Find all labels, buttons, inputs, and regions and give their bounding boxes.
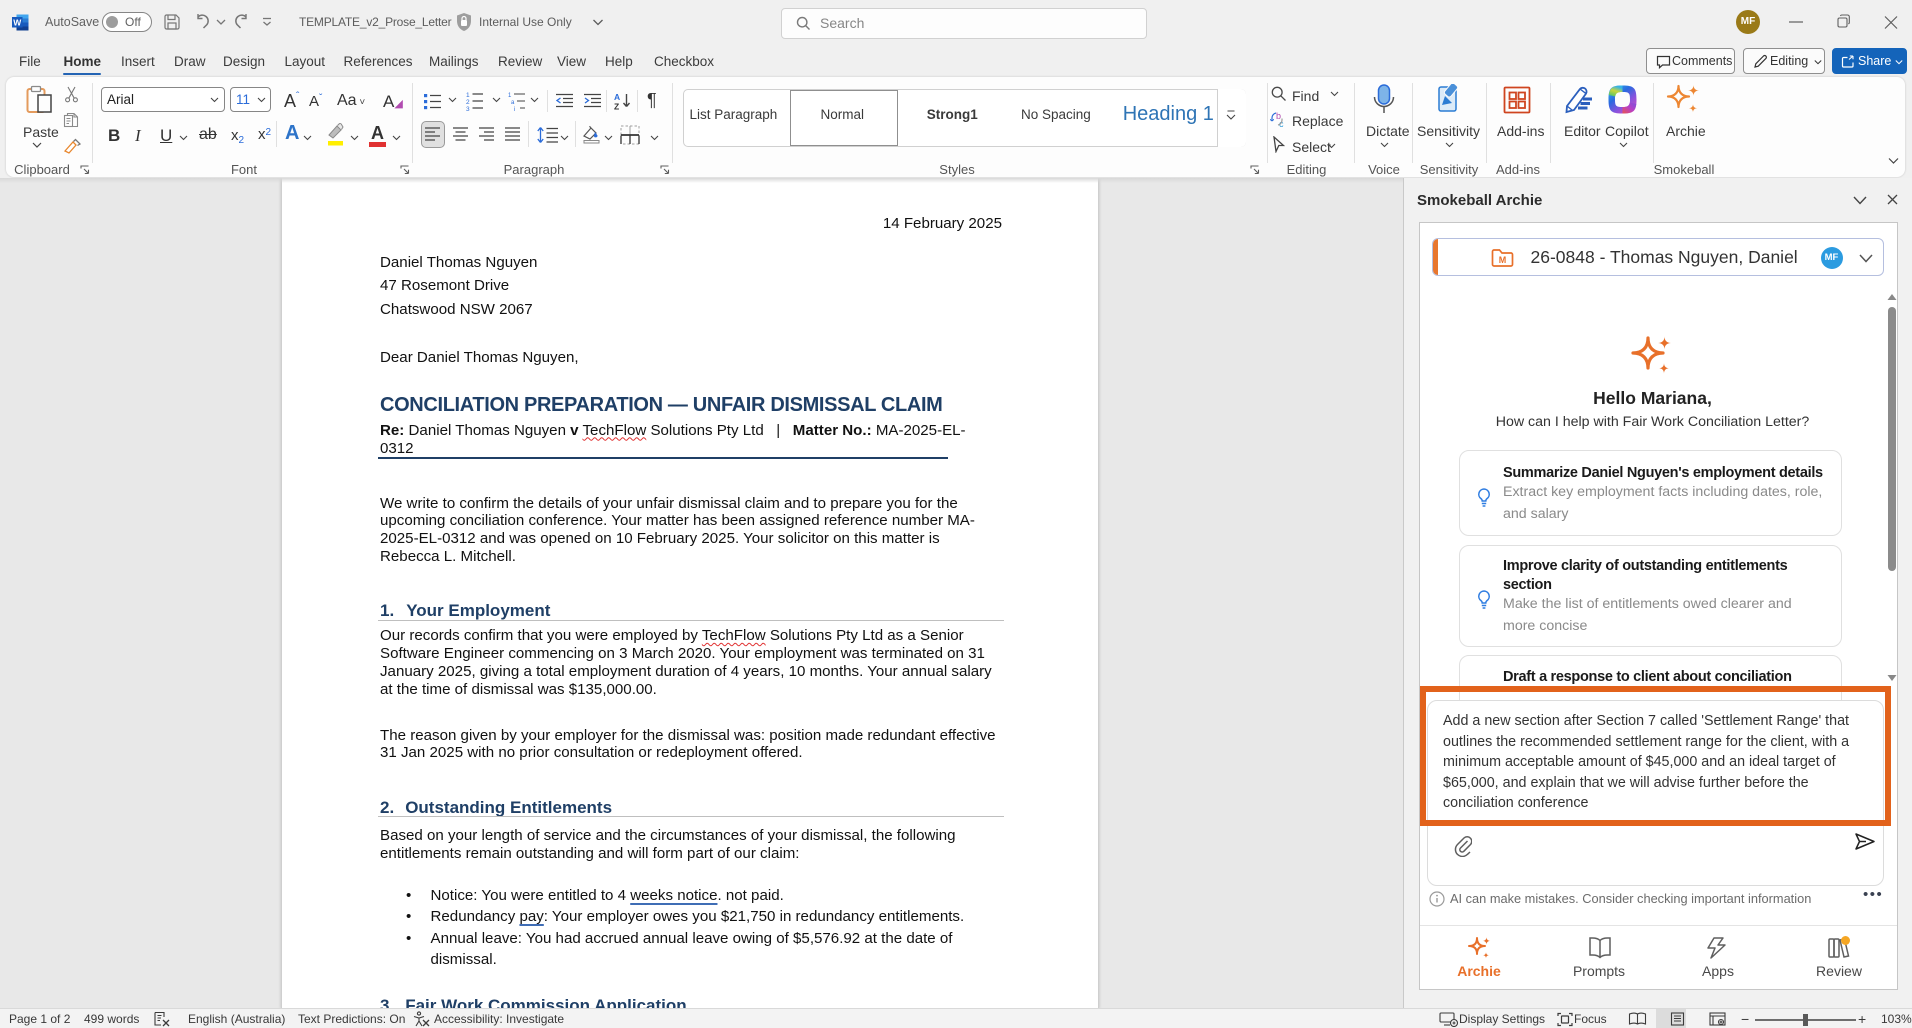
svg-text:A: A [614, 92, 620, 102]
svg-text:2: 2 [466, 99, 470, 106]
svg-text:i: i [514, 107, 515, 111]
svg-text:1: 1 [466, 92, 470, 99]
svg-text:W: W [13, 17, 22, 27]
svg-text:a: a [511, 100, 515, 106]
svg-text:Z: Z [614, 102, 619, 111]
svg-text:M: M [1498, 255, 1506, 265]
svg-text:3: 3 [466, 106, 470, 111]
svg-text:1: 1 [508, 93, 512, 99]
